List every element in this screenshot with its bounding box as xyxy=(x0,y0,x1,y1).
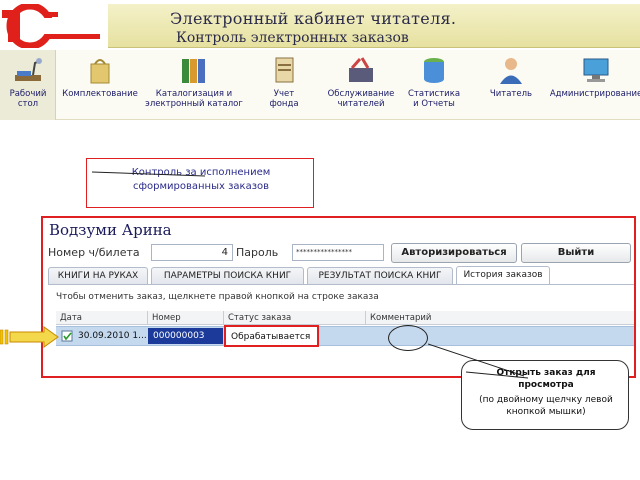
card-number-label: Номер ч/билета xyxy=(48,246,140,259)
toolbar-item-statistics[interactable]: Статистика и Отчеты xyxy=(405,50,463,120)
reader-name: Водзуми Арина xyxy=(49,221,172,239)
tab-divider xyxy=(48,284,634,285)
yellow-arrow-icon xyxy=(0,326,59,348)
toolbar-label: Администрирование xyxy=(549,89,640,99)
tab-order-history[interactable]: История заказов xyxy=(456,266,550,285)
shopping-bag-icon xyxy=(90,59,110,84)
toolbar-item-desktop[interactable]: Рабочий стол xyxy=(0,50,56,120)
column-header-date[interactable]: Дата xyxy=(56,311,148,325)
app-header: Электронный кабинет читателя. Контроль э… xyxy=(0,0,640,50)
cell-comment xyxy=(368,327,372,345)
toolbar-label: Рабочий стол xyxy=(9,89,47,109)
cell-number: 000000003 xyxy=(153,331,205,341)
exit-button[interactable]: Выйти xyxy=(521,243,631,263)
computer-icon xyxy=(583,58,609,82)
column-header-status[interactable]: Статус заказа xyxy=(224,311,366,325)
database-icon xyxy=(424,58,444,83)
toolbar-item-reader[interactable]: Читатель xyxy=(484,50,538,120)
toolbar-label: Обслуживание читателей xyxy=(327,89,395,109)
tab-search-results[interactable]: РЕЗУЛЬТАТ ПОИСКА КНИГ xyxy=(307,267,453,284)
toolbar-label: Статистика и Отчеты xyxy=(407,89,461,109)
comment-marker-circle xyxy=(388,325,428,351)
password-input[interactable]: **************** xyxy=(292,244,384,261)
callout-pointer-line xyxy=(91,171,206,177)
1c-logo xyxy=(2,4,100,48)
person-icon xyxy=(500,58,522,84)
toolbox-icon xyxy=(349,57,373,82)
column-header-number[interactable]: Номер xyxy=(148,311,224,325)
toolbar-item-acquisition[interactable]: Комплектование xyxy=(60,50,140,120)
toolbar-item-service[interactable]: Обслуживание читателей xyxy=(325,50,397,120)
column-header-comment[interactable]: Комментарий xyxy=(366,311,634,325)
binders-icon xyxy=(182,59,205,83)
toolbar-label: Учет фонда xyxy=(269,89,299,109)
header-title: Электронный кабинет читателя. xyxy=(170,9,457,28)
tab-search-params[interactable]: ПАРАМЕТРЫ ПОИСКА КНИГ xyxy=(151,267,304,284)
cell-date: 30.09.2010 1... xyxy=(78,331,147,341)
authorize-button[interactable]: Авторизироваться xyxy=(391,243,517,263)
cell-status: Обрабатывается xyxy=(231,332,311,342)
desktop-lamp-icon xyxy=(15,58,42,81)
toolbar-label: Каталогизация и электронный каталог xyxy=(145,89,243,109)
callout-open-order-subtitle: (по двойному щелчку левой кнопкой мышки) xyxy=(479,395,613,417)
password-label: Пароль xyxy=(236,246,279,259)
header-subtitle: Контроль электронных заказов xyxy=(176,30,409,46)
toolbar-item-cataloging[interactable]: Каталогизация и электронный каталог xyxy=(145,50,243,120)
toolbar-item-administration[interactable]: Администрирование xyxy=(549,50,640,120)
toolbar-item-fund[interactable]: Учет фонда xyxy=(258,50,310,120)
card-number-input[interactable]: 4 xyxy=(151,244,233,261)
main-toolbar: Рабочий стол Комплектование Каталогизаци… xyxy=(0,50,640,120)
callout-open-order-title: Открыть заказ для просмотра xyxy=(496,368,596,390)
tab-books-on-hand[interactable]: КНИГИ НА РУКАХ xyxy=(48,267,148,284)
book-icon xyxy=(275,57,294,83)
toolbar-label: Комплектование xyxy=(62,89,138,99)
toolbar-label: Читатель xyxy=(489,89,533,99)
cancel-order-hint: Чтобы отменить заказ, щелкнете правой кн… xyxy=(56,292,379,302)
document-check-icon xyxy=(61,330,73,342)
